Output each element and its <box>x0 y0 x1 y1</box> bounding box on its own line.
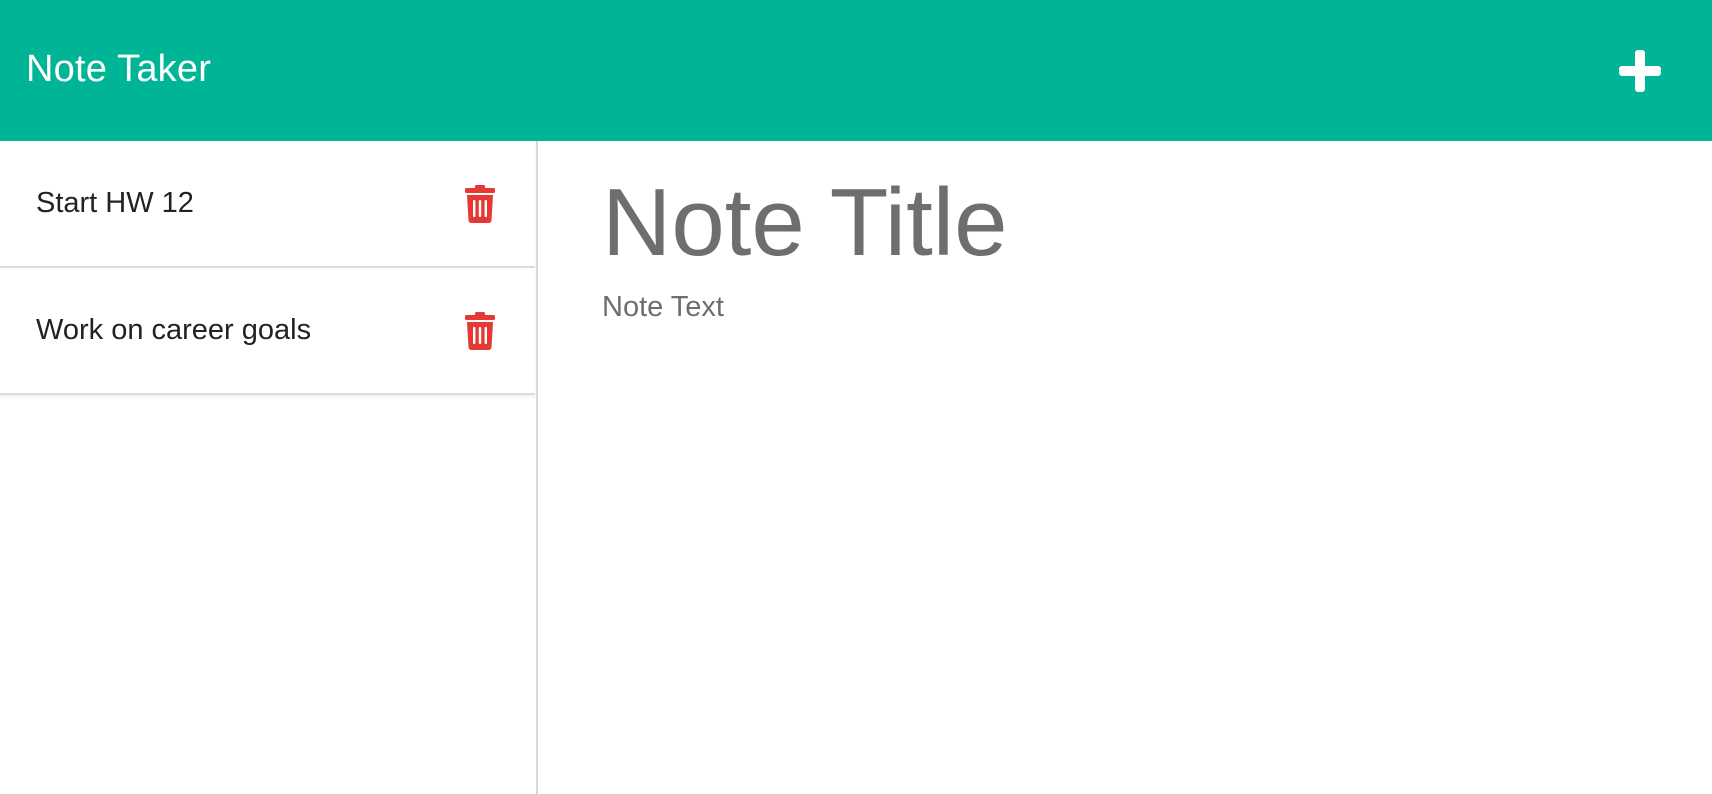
note-title-input[interactable] <box>602 163 1682 283</box>
trash-icon <box>465 311 495 350</box>
notes-sidebar: Start HW 12 Work on career goals <box>0 141 538 794</box>
note-text-input[interactable] <box>602 291 1682 731</box>
note-list-item[interactable]: Start HW 12 <box>0 141 535 268</box>
note-editor <box>540 141 1712 794</box>
note-list-item[interactable]: Work on career goals <box>0 268 535 395</box>
trash-icon <box>465 184 495 223</box>
navbar: Note Taker <box>0 0 1712 141</box>
note-title-label: Work on career goals <box>36 314 312 346</box>
delete-note-button[interactable] <box>463 311 497 351</box>
note-title-label: Start HW 12 <box>36 187 194 219</box>
app-title[interactable]: Note Taker <box>26 48 211 91</box>
delete-note-button[interactable] <box>463 184 497 224</box>
note-list: Start HW 12 Work on career goals <box>0 141 535 395</box>
plus-icon <box>1619 49 1661 92</box>
new-note-button[interactable] <box>1604 35 1676 107</box>
